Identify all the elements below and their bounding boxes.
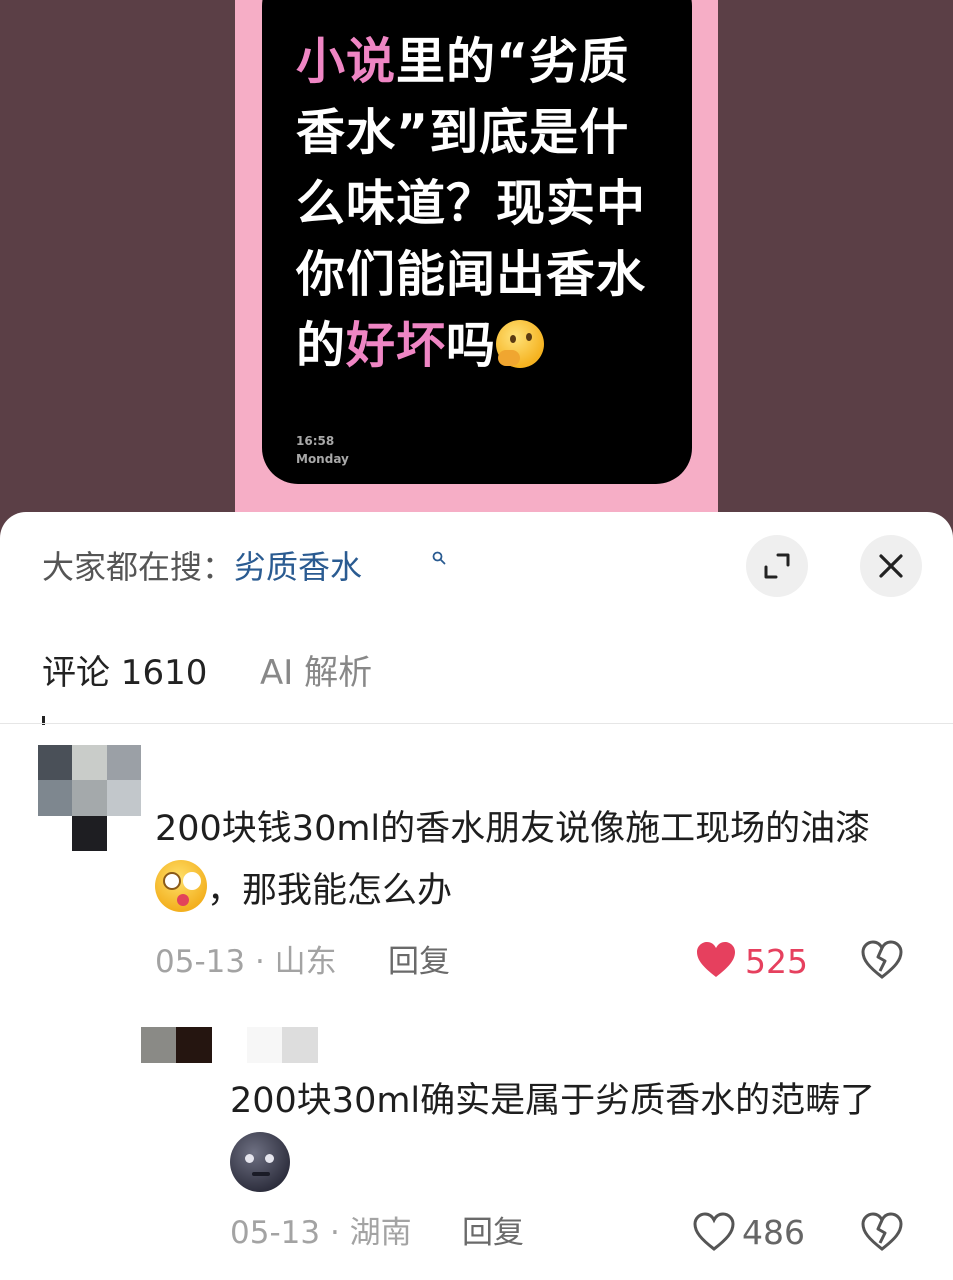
comment-body: 200块30ml确实是属于劣质香水的范畴了 [230, 1081, 876, 1121]
tab-comments[interactable]: 评论 1610 [42, 650, 207, 696]
comment-body-tail: ，那我能怎么办 [207, 871, 453, 911]
reply-button[interactable]: 回复 [462, 1213, 524, 1253]
headline-text: 的 [296, 317, 347, 374]
drooling-face-icon [155, 860, 207, 912]
headline-pink-text: 好坏 [346, 317, 447, 374]
comment-body: 200块钱30ml的香水朋友说像施工现场的油漆 [155, 809, 871, 849]
expand-icon [764, 553, 790, 579]
headline-pink-text: 小说 [296, 33, 397, 90]
comment-location: 湖南 [349, 1215, 412, 1251]
heart-icon[interactable] [695, 940, 737, 980]
headline-text: 里的“劣质 [396, 33, 630, 90]
comment-meta: 05-13 · 湖南 [230, 1215, 412, 1251]
comment-meta: 05-13 · 山东 [155, 944, 337, 980]
avatar[interactable] [38, 745, 141, 851]
headline-text: 么味道？现实中 [296, 175, 647, 232]
search-icon[interactable] [432, 551, 446, 565]
card-time: 16:58 [296, 434, 335, 448]
tab-ai-analysis[interactable]: AI 解析 [260, 650, 372, 696]
search-prefix: 大家都在搜： [42, 548, 235, 586]
card-timestamp: 16:58 Monday [296, 432, 349, 468]
heart-icon[interactable] [693, 1212, 735, 1252]
comment-date: 05-13 [155, 944, 246, 980]
broken-heart-icon[interactable] [861, 1212, 903, 1252]
avatar[interactable] [141, 1027, 353, 1063]
search-suggestion[interactable]: 大家都在搜：劣质香水 [42, 545, 362, 589]
headline-text: 吗 [446, 317, 497, 374]
close-icon [879, 554, 903, 578]
video-headline: 小说里的“劣质 香水”到底是什 么味道？现实中 你们能闻出香水 的好坏吗 [296, 26, 666, 381]
close-button[interactable] [860, 535, 922, 597]
expand-button[interactable] [746, 535, 808, 597]
broken-heart-icon[interactable] [861, 940, 903, 980]
comment-text: 200块30ml确实是属于劣质香水的范畴了 [230, 1070, 920, 1198]
headline-text: 你们能闻出香水 [296, 246, 647, 303]
comment-text: 200块钱30ml的香水朋友说像施工现场的油漆 ，那我能怎么办 [155, 798, 915, 922]
comment-date: 05-13 [230, 1215, 321, 1251]
card-day: Monday [296, 452, 349, 466]
thinking-face-icon [496, 320, 545, 368]
comment-location: 山东 [274, 944, 337, 980]
reply-button[interactable]: 回复 [388, 942, 450, 982]
search-query-link[interactable]: 劣质香水 [234, 548, 362, 586]
like-count: 486 [742, 1213, 805, 1252]
tab-divider [0, 723, 953, 724]
like-count: 525 [745, 942, 808, 981]
new-moon-face-icon [230, 1132, 290, 1192]
headline-text: 香水”到底是什 [296, 104, 630, 161]
